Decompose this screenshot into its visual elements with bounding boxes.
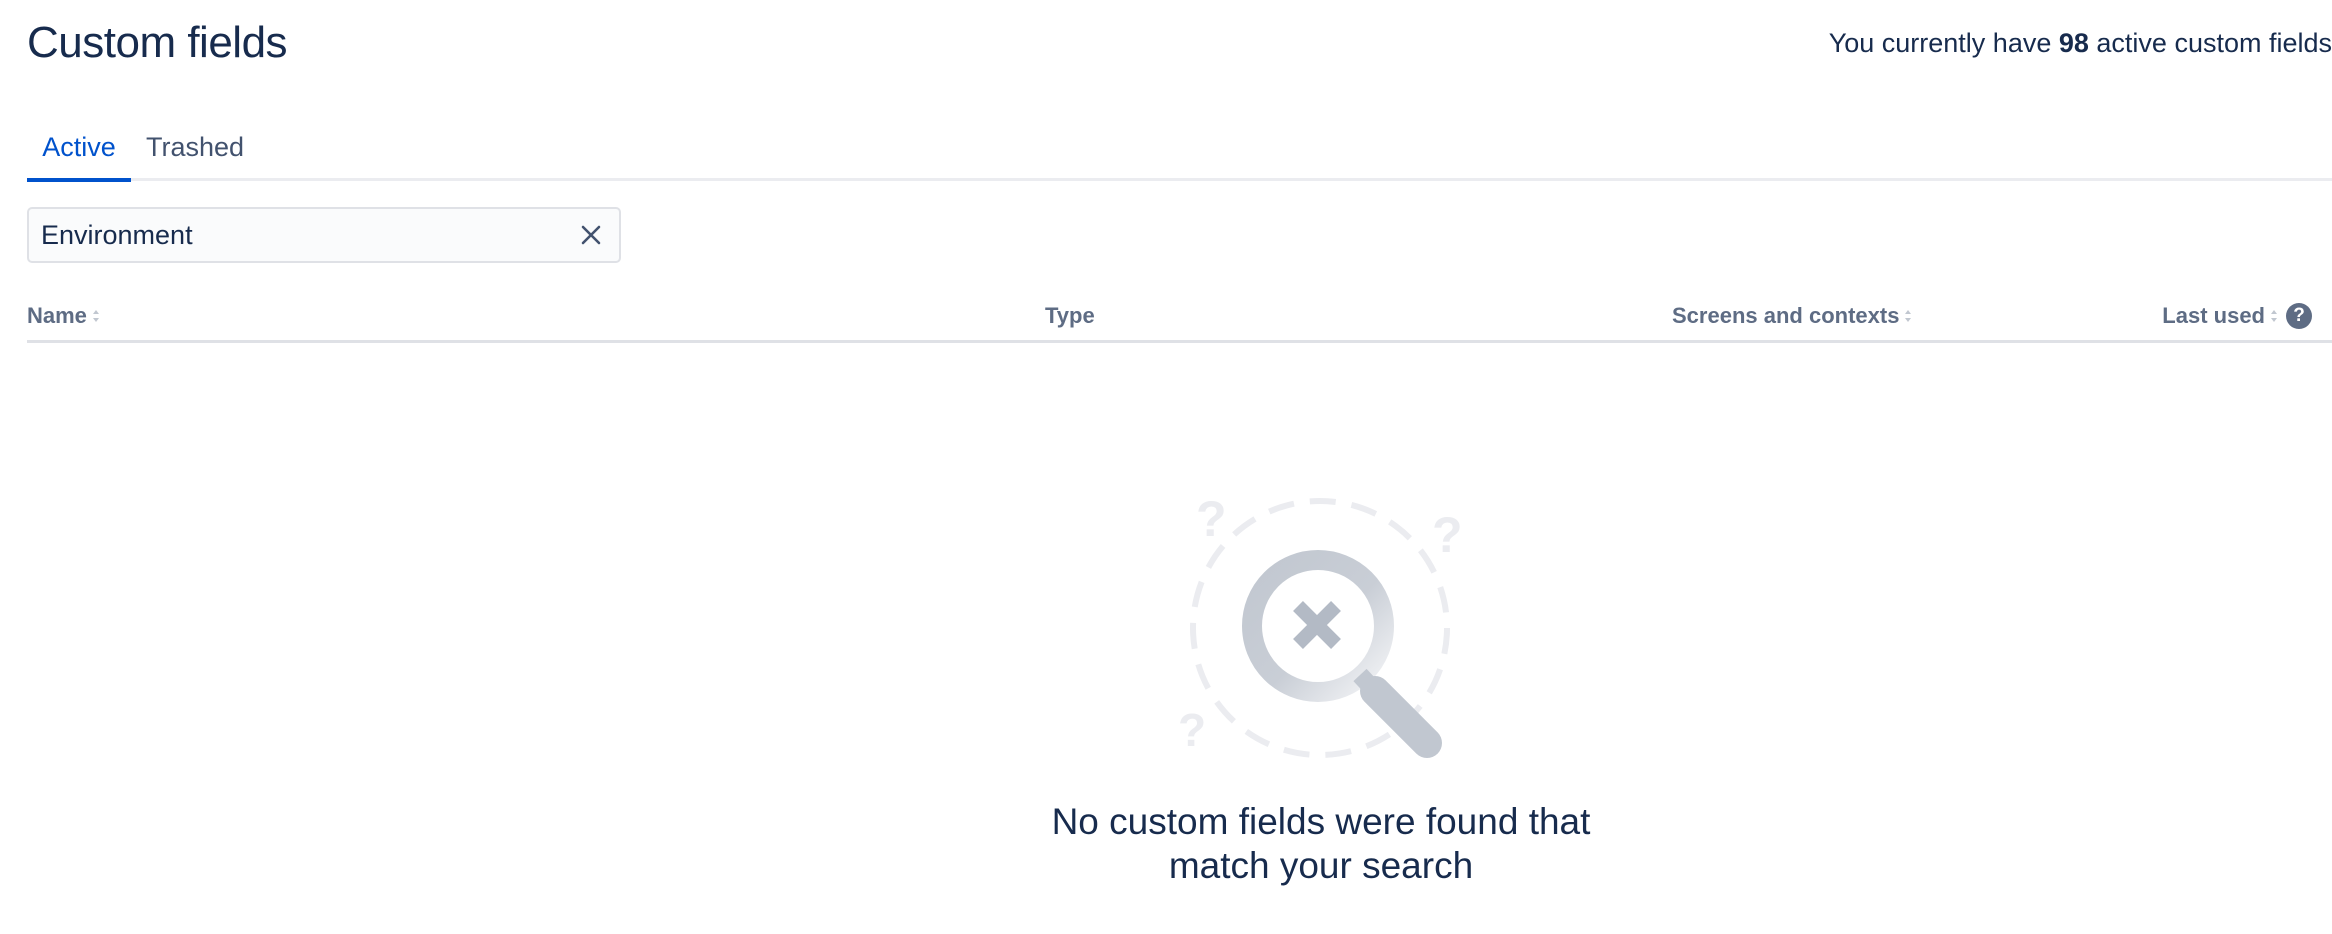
table-header: Name Type Screens and contexts Last used… [27, 300, 2332, 343]
summary-prefix: You currently have [1828, 28, 2059, 58]
sort-icon [92, 310, 99, 322]
column-header-name[interactable]: Name [27, 303, 100, 329]
help-icon[interactable]: ? [2286, 303, 2312, 329]
summary-suffix: active custom fields [2088, 28, 2332, 58]
svg-text:?: ? [1178, 704, 1206, 756]
svg-text:?: ? [1432, 507, 1463, 563]
column-type-label: Type [1045, 303, 1095, 328]
page-title: Custom fields [27, 18, 288, 67]
tab-trashed[interactable]: Trashed [146, 132, 244, 178]
column-name-label: Name [27, 303, 87, 328]
column-header-screens-contexts[interactable]: Screens and contexts [1672, 303, 1912, 329]
active-fields-count: 98 [2058, 28, 2089, 58]
empty-state-message: No custom fields were found that match y… [966, 800, 1676, 888]
search-field [27, 207, 621, 263]
svg-text:?: ? [1196, 491, 1227, 547]
column-header-type: Type [1045, 303, 1095, 329]
custom-fields-page: Custom fields You currently have 98 acti… [0, 0, 2332, 934]
column-header-last-used[interactable]: Last used ? [2162, 303, 2312, 329]
magnifier-no-results-icon: ? ? ? [1178, 491, 1463, 758]
clear-search-button[interactable] [577, 221, 605, 249]
empty-message-line-1: No custom fields were found that [1051, 801, 1591, 842]
sort-icon [2271, 310, 2277, 322]
empty-message-line-2: match your search [1168, 845, 1474, 886]
close-icon [581, 225, 601, 245]
sort-icon [1905, 310, 1912, 322]
search-input[interactable] [29, 209, 549, 261]
tab-list: Active Trashed [27, 124, 2332, 182]
column-screens-label: Screens and contexts [1672, 303, 1900, 328]
active-fields-summary: You currently have 98 active custom fiel… [1829, 28, 2332, 59]
column-last-used-label: Last used [2162, 303, 2265, 328]
tab-active[interactable]: Active [27, 132, 131, 182]
